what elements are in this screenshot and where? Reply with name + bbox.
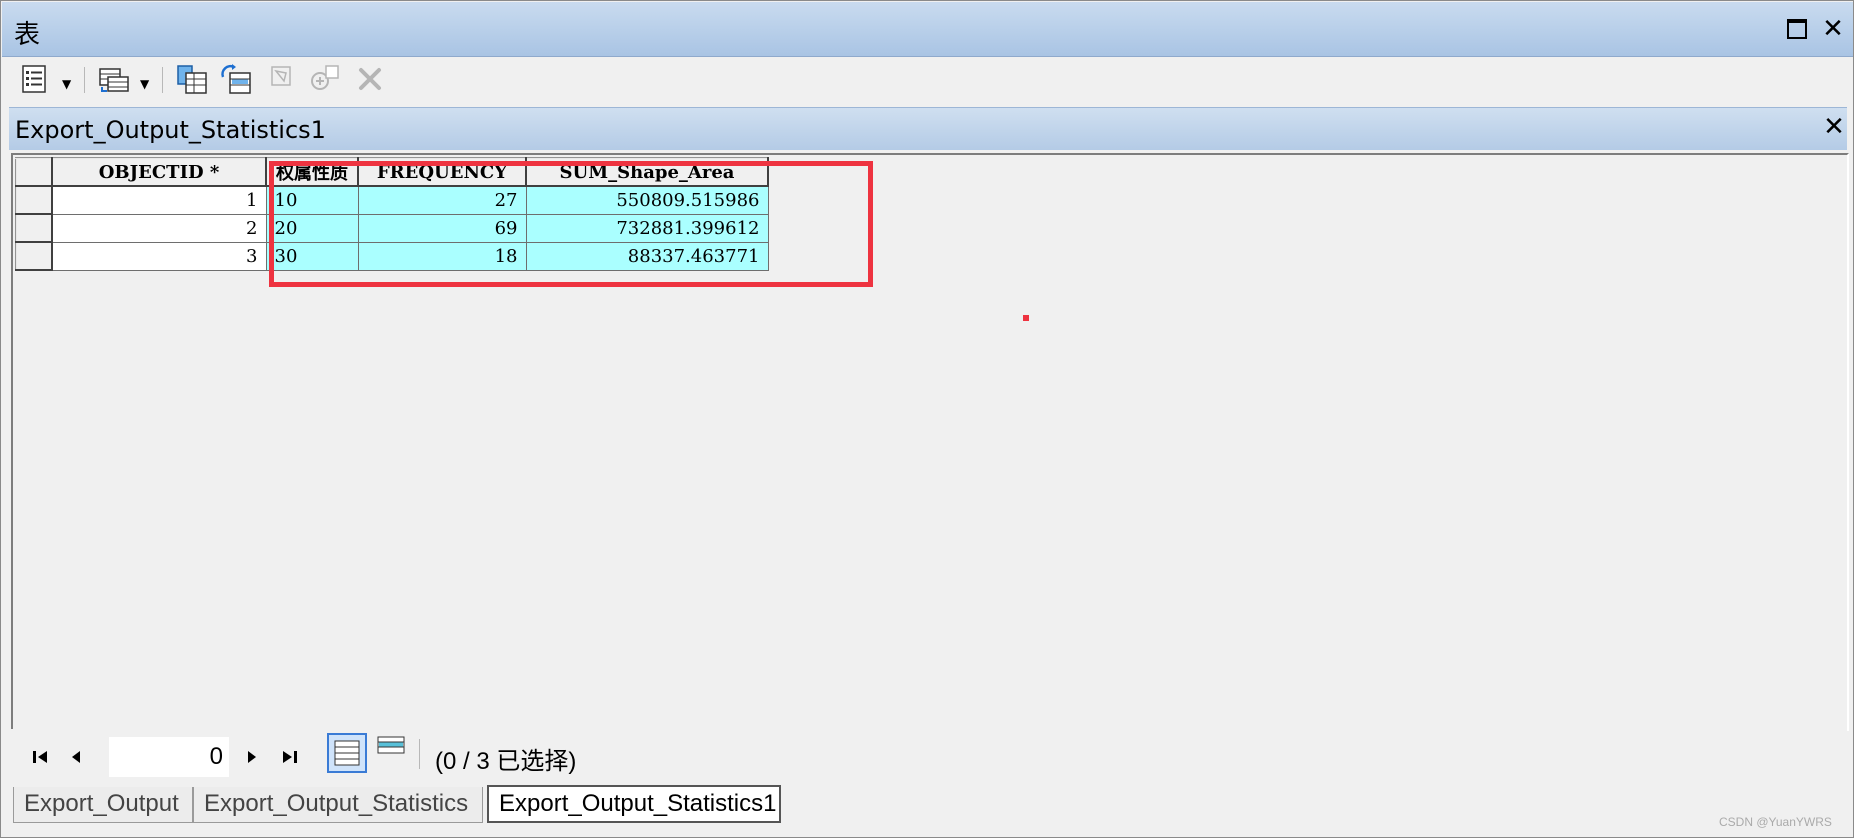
select-by-attributes-icon[interactable]	[176, 63, 208, 95]
annotation-dot	[1023, 315, 1029, 321]
navigation-separator	[419, 739, 420, 769]
watermark-text: CSDN @YuanYWRS	[1719, 815, 1832, 829]
related-tables-icon[interactable]	[98, 63, 130, 95]
column-header-frequency[interactable]: FREQUENCY	[357, 157, 527, 187]
close-icon: ✕	[1822, 14, 1844, 44]
first-record-button[interactable]	[27, 743, 55, 771]
attribute-grid[interactable]: OBJECTID * 权属性质 FREQUENCY SUM_Shape_Area…	[11, 153, 1849, 731]
last-record-icon	[283, 751, 297, 763]
close-window-button[interactable]: ✕	[1818, 14, 1848, 44]
maximize-icon	[1787, 19, 1807, 39]
table-window-frame: 表 ✕ ▼ ▼ Export_Output_Statistics1 ✕ OBJE…	[0, 0, 1854, 838]
select-all-cell[interactable]	[15, 157, 53, 187]
column-header-sum-shape-area[interactable]: SUM_Shape_Area	[525, 157, 769, 187]
window-title: 表	[14, 20, 41, 50]
all-records-icon	[334, 740, 360, 766]
cell-objectid[interactable]: 2	[51, 213, 267, 243]
toolbar-separator	[84, 67, 85, 93]
close-table-button[interactable]: ✕	[1819, 112, 1849, 142]
attribute-table: OBJECTID * 权属性质 FREQUENCY SUM_Shape_Area…	[15, 157, 769, 271]
cell-objectid[interactable]: 3	[51, 241, 267, 271]
cell-sum-shape-area[interactable]: 88337.463771	[525, 241, 769, 271]
cell-nature[interactable]: 20	[265, 213, 359, 243]
table-row[interactable]: 3 30 18 88337.463771	[15, 241, 769, 271]
next-record-button[interactable]	[237, 743, 265, 771]
table-toolbar: ▼ ▼	[2, 57, 1853, 107]
selection-count-text: (0 / 3 已选择)	[435, 748, 577, 775]
header-row: OBJECTID * 权属性质 FREQUENCY SUM_Shape_Area	[15, 157, 769, 187]
cell-frequency[interactable]: 18	[357, 241, 527, 271]
clear-selection-icon[interactable]	[268, 63, 300, 95]
tab-export-output[interactable]: Export_Output	[13, 787, 193, 823]
show-all-records-button[interactable]	[327, 733, 367, 773]
previous-record-icon	[72, 751, 80, 763]
cell-frequency[interactable]: 69	[357, 213, 527, 243]
selected-records-icon	[377, 736, 405, 754]
cell-sum-shape-area[interactable]: 550809.515986	[525, 185, 769, 215]
row-selector[interactable]	[15, 213, 53, 243]
table-row[interactable]: 1 10 27 550809.515986	[15, 185, 769, 215]
zoom-to-selected-icon[interactable]	[308, 63, 340, 95]
cell-nature[interactable]: 10	[265, 185, 359, 215]
previous-record-button[interactable]	[63, 743, 91, 771]
next-record-icon	[248, 751, 256, 763]
close-icon: ✕	[1823, 112, 1845, 142]
delete-icon[interactable]	[354, 63, 386, 95]
cell-objectid[interactable]: 1	[51, 185, 267, 215]
table-options-icon[interactable]	[20, 63, 52, 95]
related-tables-dropdown-icon[interactable]: ▼	[140, 77, 149, 91]
current-record-value[interactable]: 0	[210, 743, 223, 771]
row-selector[interactable]	[15, 185, 53, 215]
maximize-button[interactable]	[1782, 14, 1812, 44]
column-header-objectid[interactable]: OBJECTID *	[51, 157, 267, 187]
cell-frequency[interactable]: 27	[357, 185, 527, 215]
title-bar: 表 ✕	[2, 2, 1853, 57]
show-selected-records-button[interactable]	[373, 733, 413, 773]
record-navigation-bar: 0 (0 / 3 已选择)	[9, 729, 1847, 783]
table-tab-header: Export_Output_Statistics1 ✕	[9, 107, 1847, 150]
table-options-dropdown-icon[interactable]: ▼	[62, 77, 71, 91]
current-record-field[interactable]: 0	[109, 737, 229, 777]
last-record-button[interactable]	[275, 743, 303, 771]
toolbar-separator	[162, 67, 163, 93]
column-header-nature[interactable]: 权属性质	[265, 157, 359, 187]
row-selector[interactable]	[15, 241, 53, 271]
cell-nature[interactable]: 30	[265, 241, 359, 271]
table-title: Export_Output_Statistics1	[15, 116, 326, 144]
switch-selection-icon[interactable]	[220, 63, 252, 95]
cell-sum-shape-area[interactable]: 732881.399612	[525, 213, 769, 243]
tab-export-output-statistics[interactable]: Export_Output_Statistics	[193, 787, 483, 823]
table-row[interactable]: 2 20 69 732881.399612	[15, 213, 769, 243]
first-record-icon	[33, 751, 47, 763]
tab-export-output-statistics1[interactable]: Export_Output_Statistics1	[487, 785, 781, 823]
